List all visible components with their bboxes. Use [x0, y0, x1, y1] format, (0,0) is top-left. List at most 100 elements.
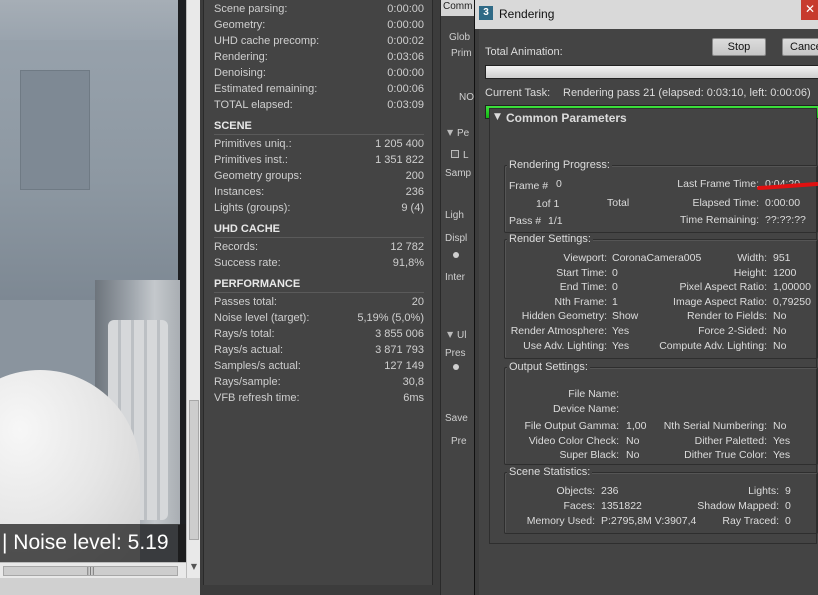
stat-row: TOTAL elapsed: 0:03:09: [214, 97, 424, 113]
close-button[interactable]: ✕: [801, 0, 818, 20]
output-setting-value: 1,00: [626, 420, 647, 432]
stat-label: UHD cache precomp:: [214, 35, 320, 47]
noise-level-overlay: | Noise level: 5.19: [0, 524, 186, 562]
scene-stat-label: Shadow Mapped:: [697, 499, 779, 512]
stat-row: VFB refresh time: 6ms: [214, 390, 424, 406]
common-panel-item[interactable]: Displ: [445, 233, 467, 244]
render-setting-label: Use Adv. Lighting:: [523, 339, 607, 352]
render-ceiling: [0, 0, 180, 40]
elapsed-time-label: Elapsed Time:: [692, 197, 759, 209]
output-settings-group: Output Settings: File Name: Device Name:…: [504, 361, 818, 465]
render-setting-value: 1: [612, 295, 618, 308]
window-title: Rendering: [499, 7, 555, 21]
stat-row: Rendering: 0:03:06: [214, 49, 424, 65]
horizontal-scroll-thumb[interactable]: |||: [3, 566, 178, 576]
stat-value: 20: [411, 296, 424, 308]
render-setting-label: Width:: [737, 252, 767, 264]
stat-label: TOTAL elapsed:: [214, 99, 293, 111]
rollout-title[interactable]: Common Parameters: [506, 111, 627, 125]
render-setting-value: No: [773, 339, 787, 352]
stat-value: 30,8: [402, 376, 424, 388]
stat-row: Scene parsing: 0:00:00: [214, 1, 424, 17]
checkbox-icon[interactable]: [451, 150, 459, 158]
common-panel-item[interactable]: Save: [445, 413, 468, 424]
stat-value: 0:00:02: [387, 35, 424, 47]
common-panel-item[interactable]: Ligh: [445, 210, 464, 221]
render-setting-value: Yes: [612, 325, 630, 337]
common-panel-item[interactable]: Prim: [451, 48, 472, 59]
stat-row: Noise level (target): 5,19% (5,0%): [214, 310, 424, 326]
stop-button[interactable]: Stop: [712, 38, 766, 56]
stat-value: 9 (4): [401, 202, 424, 214]
stat-value: 1 351 822: [375, 154, 424, 166]
stat-row: Instances: 236: [214, 184, 424, 200]
horizontal-scrollbar[interactable]: |||: [0, 562, 186, 578]
stat-label: Geometry:: [214, 19, 266, 31]
scene-stat-label: Ray Traced:: [722, 514, 779, 527]
scene-stat-value: 9: [785, 485, 791, 497]
vertical-scrollbar[interactable]: ▼: [186, 0, 200, 578]
scene-stat-label: Faces:: [563, 499, 595, 512]
collapse-icon[interactable]: ▼: [447, 128, 453, 137]
cancel-button[interactable]: Cancel: [782, 38, 818, 56]
render-setting-value: 951: [773, 252, 791, 264]
time-remaining-value: ??:??:??: [765, 214, 806, 226]
current-task-value: Rendering pass 21 (elapsed: 0:03:10, lef…: [563, 87, 811, 99]
stat-label: Rendering:: [214, 51, 268, 63]
stat-value: 0:00:00: [387, 3, 424, 15]
common-panel-item[interactable]: Pres: [445, 348, 466, 359]
stat-label: Rays/s total:: [214, 328, 275, 340]
common-panel-item[interactable]: Pre: [451, 436, 467, 447]
stat-value: 91,8%: [392, 257, 424, 269]
rollout-expand-icon[interactable]: ▼: [494, 112, 501, 122]
rendering-titlebar: 3 Rendering ✕: [475, 0, 818, 29]
render-setting-label: Force 2-Sided:: [698, 325, 767, 337]
common-panel-item[interactable]: Inter: [445, 272, 465, 283]
radio-icon[interactable]: [453, 364, 459, 370]
common-panel-item[interactable]: Ul: [457, 330, 466, 341]
last-frame-time-label: Last Frame Time:: [677, 178, 759, 190]
common-panel-background: Comm Glob Prim NO Pe L Samp Ligh Displ Inter Ul Pr…: [440, 0, 474, 595]
stat-row: UHD cache precomp: 0:00:02: [214, 33, 424, 49]
common-panel-item[interactable]: Glob: [449, 32, 470, 43]
stat-value: 3 855 006: [375, 328, 424, 340]
vertical-scroll-thumb[interactable]: [189, 400, 199, 540]
stat-row: Geometry groups: 200: [214, 168, 424, 184]
total-animation-label: Total Animation:: [485, 46, 563, 58]
stat-label: Passes total:: [214, 296, 277, 308]
stat-row: Geometry: 0:00:00: [214, 17, 424, 33]
scroll-down-icon[interactable]: ▼: [189, 562, 199, 574]
render-viewport: | Noise level: 5.19 ||| ▼: [0, 0, 200, 578]
output-setting-label: Video Color Check:: [528, 434, 619, 447]
collapse-icon[interactable]: ▼: [447, 330, 453, 339]
scene-stat-value: 236: [601, 485, 619, 497]
render-setting-value: 1200: [773, 266, 797, 279]
scene-stat-value: 0: [785, 499, 791, 512]
output-setting-value: No: [626, 434, 640, 447]
radio-icon[interactable]: [453, 252, 459, 258]
common-panel-item[interactable]: Samp: [445, 168, 471, 179]
common-panel-item[interactable]: NO: [459, 92, 474, 103]
stat-value: 3 871 793: [375, 344, 424, 356]
render-setting-label: Start Time:: [556, 266, 607, 279]
render-setting-value: 0: [612, 281, 618, 294]
output-setting-label: File Output Gamma:: [524, 420, 619, 432]
output-setting-label: Nth Serial Numbering:: [663, 420, 767, 432]
common-panel-item[interactable]: Pe: [457, 128, 469, 139]
frame-of-text: 1of 1: [536, 198, 560, 210]
stat-row: Samples/s actual: 127 149: [214, 358, 424, 374]
common-panel-item[interactable]: L: [463, 150, 469, 161]
stat-label: Primitives uniq.:: [214, 138, 292, 150]
render-setting-label: Render Atmosphere:: [510, 325, 607, 337]
stat-value: 0:00:00: [387, 19, 424, 31]
current-task-label: Current Task:: [485, 87, 551, 99]
elapsed-time-value: 0:00:00: [765, 197, 801, 209]
output-setting-label: Super Black:: [559, 449, 619, 462]
render-setting-label: Compute Adv. Lighting:: [659, 339, 767, 352]
render-setting-value: No: [773, 310, 787, 323]
frame-total-text: Total: [607, 197, 630, 209]
stat-row: Denoising: 0:00:00: [214, 65, 424, 81]
scene-stat-label: Objects:: [556, 485, 595, 497]
stat-row: Rays/s total: 3 855 006: [214, 326, 424, 342]
frame-value: 0: [556, 178, 562, 190]
